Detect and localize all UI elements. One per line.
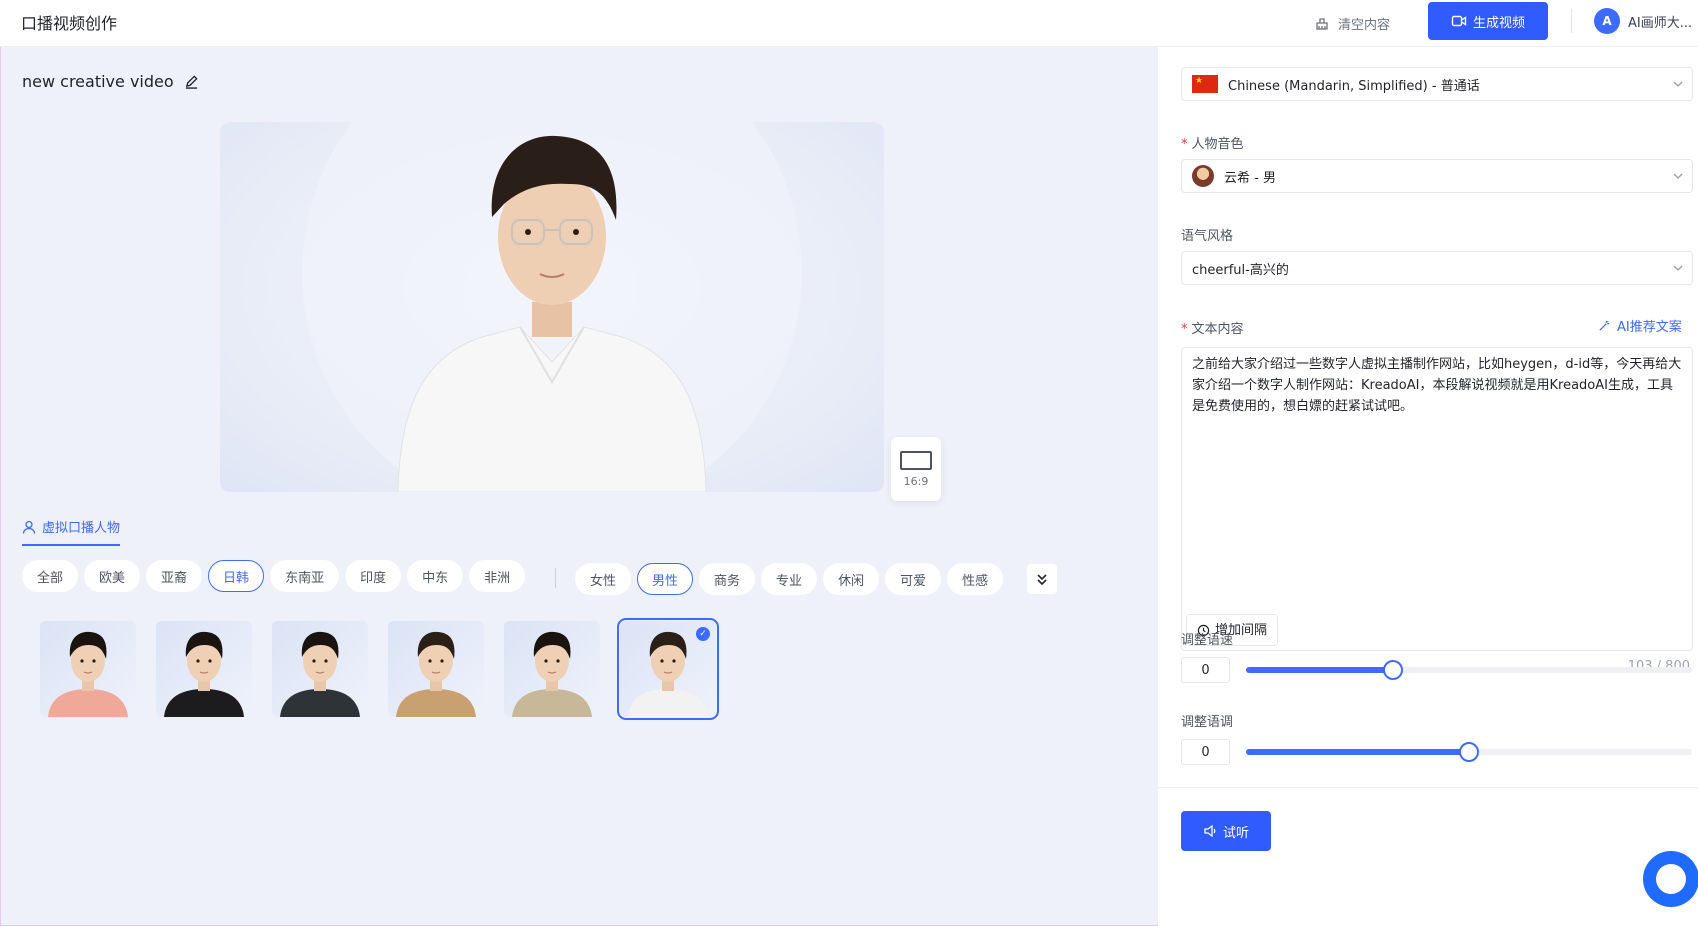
video-title[interactable]: new creative video xyxy=(22,72,199,91)
top-bar: 口播视频创作 清空内容 生成视频 A AI画师大... xyxy=(0,0,1698,47)
magic-wand-icon xyxy=(1599,320,1610,331)
style-value: cheerful-高兴的 xyxy=(1192,262,1289,278)
editor-area: new creative video 16:9 虚拟口播人物 全部 欧美 亚裔 … xyxy=(0,47,1158,926)
china-flag-icon: ★ xyxy=(1192,75,1218,93)
tag-filter-group: 女性 男性 商务 专业 休闲 可爱 性感 xyxy=(575,563,1004,595)
chevron-down-icon xyxy=(1673,173,1683,179)
filter-tag-business[interactable]: 商务 xyxy=(699,563,756,595)
avatar-thumbnail[interactable] xyxy=(272,621,368,717)
pitch-slider-fill xyxy=(1246,749,1469,755)
support-chat-button[interactable] xyxy=(1643,851,1698,907)
style-select[interactable]: cheerful-高兴的 xyxy=(1181,251,1693,285)
tab-virtual-presenter[interactable]: 虚拟口播人物 xyxy=(22,517,121,546)
generate-video-button[interactable]: 生成视频 xyxy=(1428,2,1548,40)
filter-region-sea[interactable]: 东南亚 xyxy=(270,560,340,592)
speed-slider-fill xyxy=(1246,667,1394,673)
ai-recommend-label: AI推荐文案 xyxy=(1617,320,1682,335)
avatar-thumbnail[interactable] xyxy=(156,621,252,717)
avatar-thumbnail[interactable]: ✓ xyxy=(617,618,719,720)
speed-label: 调整语速 xyxy=(1181,633,1234,648)
avatar-portrait xyxy=(48,631,128,717)
selected-check-icon: ✓ xyxy=(696,627,710,641)
avatar-thumbnail[interactable] xyxy=(504,621,600,717)
aspect-ratio-label: 16:9 xyxy=(903,474,929,488)
avatar-portrait xyxy=(280,631,360,717)
script-textarea[interactable]: 之前给大家介绍过一些数字人虚拟主播制作网站，比如heygen，d-id等，今天再… xyxy=(1181,347,1693,651)
aspect-ratio-icon xyxy=(900,450,932,470)
person-icon xyxy=(22,520,36,534)
pitch-slider-handle[interactable] xyxy=(1459,742,1479,762)
filter-tag-cute[interactable]: 可爱 xyxy=(885,563,942,595)
panel-divider xyxy=(1158,787,1698,788)
preview-audio-button[interactable]: 试听 xyxy=(1181,811,1271,851)
avatar-grid: ✓ xyxy=(40,618,719,720)
filter-region-middle-east[interactable]: 中东 xyxy=(407,560,464,592)
text-content-label: * 文本内容 xyxy=(1181,322,1244,337)
voice-select[interactable]: 云希 - 男 xyxy=(1181,159,1693,193)
header-divider xyxy=(1571,9,1572,33)
pitch-input[interactable]: 0 xyxy=(1181,739,1230,765)
generate-video-label: 生成视频 xyxy=(1472,15,1525,31)
filter-tag-sexy[interactable]: 性感 xyxy=(947,563,1004,595)
voice-label: * 人物音色 xyxy=(1181,137,1244,152)
clear-content-label: 清空内容 xyxy=(1338,17,1391,33)
expand-filters-button[interactable] xyxy=(1027,564,1057,594)
speed-input[interactable]: 0 xyxy=(1181,657,1230,683)
filter-region-all[interactable]: 全部 xyxy=(22,560,79,592)
edit-pencil-icon[interactable] xyxy=(184,74,199,89)
voice-avatar xyxy=(1192,165,1214,187)
chevron-down-icon xyxy=(1673,81,1683,87)
speaker-icon xyxy=(1204,824,1216,838)
filter-region-india[interactable]: 印度 xyxy=(345,560,402,592)
region-filter-group: 全部 欧美 亚裔 日韩 东南亚 印度 中东 非洲 xyxy=(22,560,526,592)
script-text: 之前给大家介绍过一些数字人虚拟主播制作网站，比如heygen，d-id等，今天再… xyxy=(1192,357,1682,414)
app-title: 口播视频创作 xyxy=(21,14,118,33)
speed-slider[interactable] xyxy=(1246,660,1692,680)
clear-content-button[interactable]: 清空内容 xyxy=(1314,10,1390,36)
language-select[interactable]: ★ Chinese (Mandarin, Simplified) - 普通话 xyxy=(1181,67,1693,101)
avatar-thumbnail[interactable] xyxy=(388,621,484,717)
aspect-ratio-button[interactable]: 16:9 xyxy=(891,437,941,501)
presenter-image xyxy=(302,122,802,492)
style-label: 语气风格 xyxy=(1181,229,1234,244)
ai-recommend-link[interactable]: AI推荐文案 xyxy=(1598,316,1682,335)
user-avatar[interactable]: A xyxy=(1594,8,1620,34)
video-title-text: new creative video xyxy=(22,72,174,91)
filter-region-africa[interactable]: 非洲 xyxy=(469,560,526,592)
preview-audio-label: 试听 xyxy=(1222,825,1249,841)
pitch-slider[interactable] xyxy=(1246,742,1692,762)
filter-tag-professional[interactable]: 专业 xyxy=(761,563,818,595)
broom-icon xyxy=(1316,18,1328,30)
chevron-down-icon xyxy=(1673,265,1683,271)
filter-tag-male[interactable]: 男性 xyxy=(637,563,694,595)
filter-region-west[interactable]: 欧美 xyxy=(84,560,141,592)
chat-icon xyxy=(1656,864,1686,894)
language-value: Chinese (Mandarin, Simplified) - 普通话 xyxy=(1228,78,1480,94)
pitch-label: 调整语调 xyxy=(1181,715,1234,730)
filter-region-jpkr[interactable]: 日韩 xyxy=(208,560,265,592)
filter-region-asian[interactable]: 亚裔 xyxy=(146,560,203,592)
voice-value: 云希 - 男 xyxy=(1224,170,1276,186)
avatar-portrait xyxy=(512,631,592,717)
settings-panel: ★ Chinese (Mandarin, Simplified) - 普通话 *… xyxy=(1158,47,1698,926)
video-camera-icon xyxy=(1451,15,1467,27)
filter-tag-casual[interactable]: 休闲 xyxy=(823,563,880,595)
avatar-portrait xyxy=(164,631,244,717)
avatar-portrait xyxy=(396,631,476,717)
avatar-thumbnail[interactable] xyxy=(40,621,136,717)
user-name[interactable]: AI画师大... xyxy=(1628,12,1694,31)
tab-virtual-presenter-label: 虚拟口播人物 xyxy=(42,521,121,536)
filter-divider xyxy=(555,568,556,588)
double-chevron-down-icon xyxy=(1037,574,1047,586)
filter-tag-female[interactable]: 女性 xyxy=(575,563,632,595)
video-preview xyxy=(220,122,884,492)
speed-slider-handle[interactable] xyxy=(1383,660,1404,680)
